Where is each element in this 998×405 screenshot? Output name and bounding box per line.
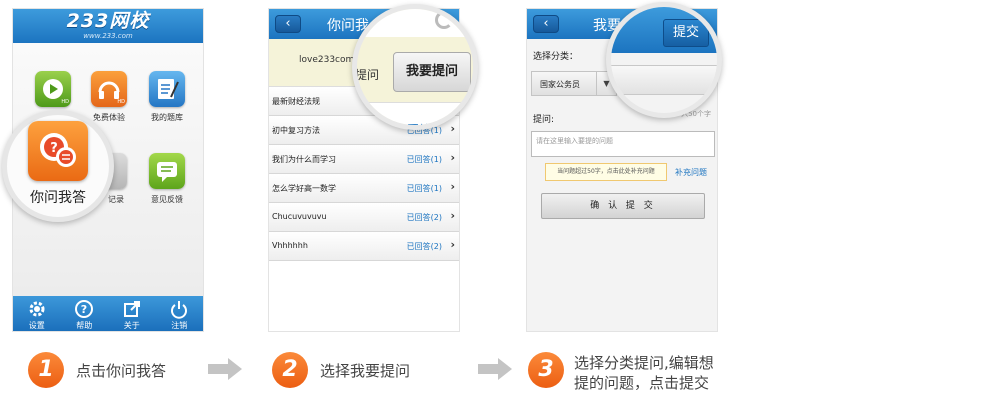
- share-icon: [123, 301, 140, 317]
- category-select[interactable]: 国家公务员 ▼: [531, 71, 617, 96]
- help-button[interactable]: ? 帮助: [64, 296, 104, 331]
- chevron-right-icon: ›: [450, 209, 455, 222]
- magnifier-ask-answer[interactable]: ? 你问我答: [2, 110, 114, 222]
- chat-icon: [149, 153, 185, 189]
- ask-answer-label: 你问我答: [30, 190, 86, 206]
- app-header: 233网校 www.233.com: [13, 9, 203, 43]
- logo: 233网校: [66, 10, 150, 32]
- logo-url: www.233.com: [83, 32, 133, 40]
- back-button[interactable]: ‹: [533, 15, 559, 33]
- supplement-note[interactable]: 当问题超过50字，点击此处补充问题: [545, 163, 667, 181]
- notepad-icon: [149, 71, 185, 107]
- about-button[interactable]: 关于: [112, 296, 152, 331]
- supplement-link[interactable]: 补充问题: [675, 167, 707, 178]
- chevron-right-icon: ›: [450, 180, 455, 193]
- chevron-right-icon: ›: [450, 238, 455, 251]
- step-number-2: 2: [272, 352, 308, 388]
- power-icon: [171, 301, 188, 319]
- back-button[interactable]: ‹: [275, 15, 301, 33]
- arrow-right-icon: [208, 358, 242, 380]
- bottom-toolbar: 设置 ? 帮助 关于 注销: [13, 296, 203, 331]
- step-number-3: 3: [528, 352, 564, 388]
- confirm-submit-button[interactable]: 确 认 提 交: [541, 193, 705, 219]
- question-input[interactable]: 请在这里输入要提的问题: [531, 131, 715, 157]
- list-item[interactable]: Chucuvuvuvu 已回答(2) ›: [269, 203, 459, 232]
- list-item[interactable]: Vhhhhhh 已回答(2) ›: [269, 232, 459, 261]
- speech-bubbles-icon: ?: [28, 121, 88, 181]
- step-number-1: 1: [28, 352, 64, 388]
- chevron-right-icon: ›: [450, 151, 455, 164]
- arrow-right-icon: [478, 358, 512, 380]
- question-label: 提问:: [533, 115, 555, 125]
- settings-button[interactable]: 设置: [17, 296, 57, 331]
- list-item[interactable]: 我们为什么而学习 已回答(1) ›: [269, 145, 459, 174]
- ask-question-button[interactable]: 我要提问: [393, 52, 471, 92]
- list-item[interactable]: 怎么学好高一数学 已回答(1) ›: [269, 174, 459, 203]
- app-tile-free-trial[interactable]: HD 免费体验: [79, 71, 139, 123]
- username: love233com,: [299, 55, 358, 65]
- play-icon: HD: [35, 71, 71, 107]
- magnifier-ask-question: 提问 我要提问 已回答 ›: [352, 4, 478, 130]
- logout-button[interactable]: 注销: [159, 296, 199, 331]
- loading-spinner-icon: [435, 11, 453, 29]
- step-3-line-2: 提的问题，点击提交: [574, 374, 710, 392]
- category-label: 选择分类：: [533, 52, 579, 62]
- submit-button[interactable]: 提交: [663, 19, 709, 47]
- gear-icon: [29, 301, 45, 317]
- step-1-text: 点击你问我答: [76, 362, 167, 380]
- step-3-line-1: 选择分类提问,编辑想: [574, 354, 714, 372]
- help-icon: ?: [75, 300, 94, 318]
- magnifier-submit: 提交: [606, 2, 722, 118]
- svg-text:?: ?: [81, 303, 87, 316]
- app-tile-question-bank[interactable]: 我的题库: [137, 71, 197, 123]
- step-2-text: 选择我要提问: [320, 362, 411, 380]
- headphones-icon: HD: [91, 71, 127, 107]
- app-tile-feedback[interactable]: 意见反馈: [137, 153, 197, 205]
